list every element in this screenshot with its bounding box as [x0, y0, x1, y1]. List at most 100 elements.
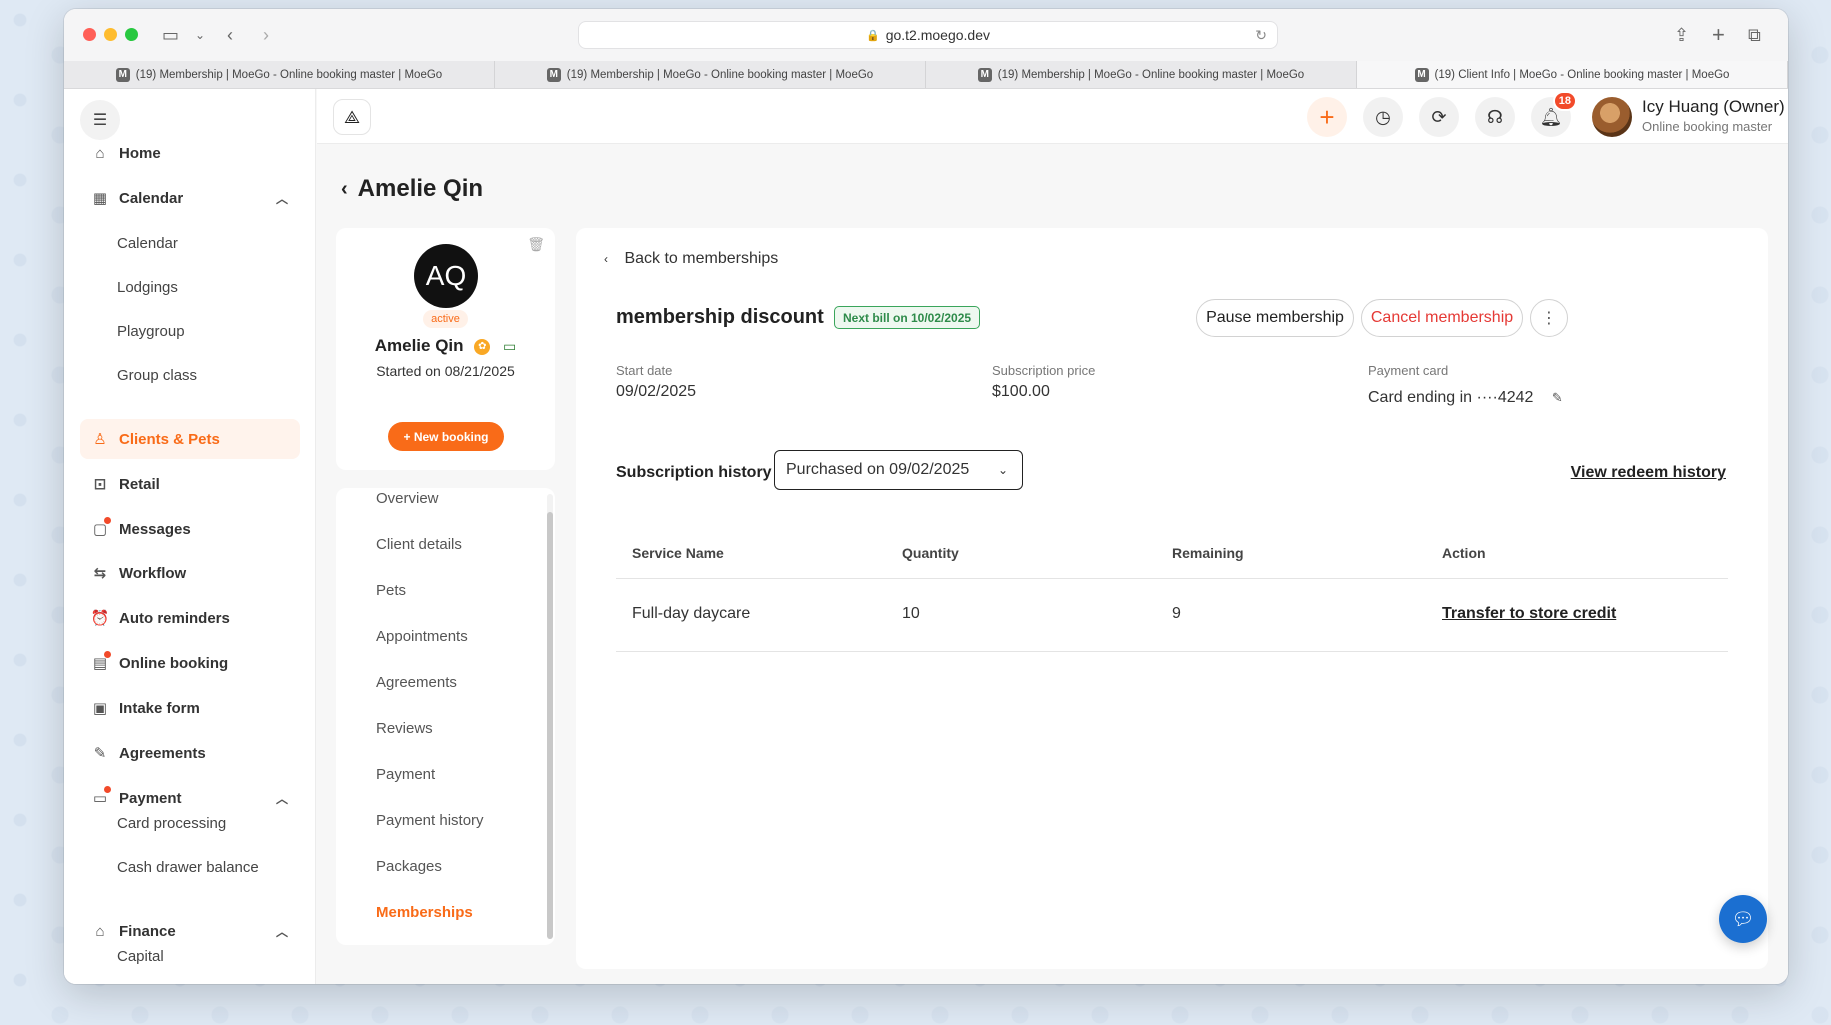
- subnav-item-appointments[interactable]: Appointments: [376, 628, 468, 645]
- sidebar-item-label: Messages: [119, 520, 191, 538]
- chevron-up-icon: ︿: [275, 191, 288, 206]
- sidebar-item-label: Intake form: [119, 699, 200, 717]
- trash-icon[interactable]: 🗑︎: [527, 236, 545, 253]
- client-name: Amelie Qin ✿ ▭: [336, 336, 555, 356]
- sidebar-item-agreements[interactable]: ✎ Agreements: [80, 733, 300, 773]
- new-booking-button[interactable]: + New booking: [388, 422, 504, 451]
- home-icon: ⌂: [95, 144, 105, 162]
- headset-icon[interactable]: ☊: [1475, 97, 1515, 137]
- sidebar-item-finance[interactable]: ⌂ Finance ︿: [80, 911, 300, 951]
- moego-logo-icon[interactable]: ⟁: [333, 99, 371, 135]
- favicon-icon: M: [546, 67, 561, 82]
- column-header: Action: [1442, 545, 1486, 561]
- browser-tab-active[interactable]: M (19) Client Info | MoeGo - Online book…: [1357, 61, 1788, 88]
- sidebar-item-online-booking[interactable]: ▤ Online booking: [80, 643, 300, 683]
- agreements-icon: ✎: [93, 745, 107, 762]
- sidebar-item-home[interactable]: ⌂ Home: [80, 133, 300, 173]
- chevron-down-icon: ⌄: [997, 463, 1008, 477]
- sync-icon[interactable]: ⟳: [1419, 97, 1459, 137]
- subnav-item-payment[interactable]: Payment: [376, 766, 435, 783]
- subnav-item-memberships[interactable]: Memberships: [376, 904, 473, 921]
- chat-support-button[interactable]: 💬︎: [1719, 895, 1767, 943]
- subnav-item-client-details[interactable]: Client details: [376, 536, 462, 553]
- subnav-item-packages[interactable]: Packages: [376, 858, 442, 875]
- column-header: Service Name: [632, 545, 724, 561]
- subnav-item-overview[interactable]: Overview: [376, 490, 439, 507]
- payment-icon: ▭: [90, 786, 111, 807]
- membership-detail-panel: ‹ Back to memberships membership discoun…: [576, 228, 1768, 969]
- bell-icon[interactable]: 🔔︎ 18: [1531, 91, 1577, 137]
- sidebar-subitem-capital[interactable]: Capital: [117, 938, 164, 974]
- back-arrow-icon[interactable]: ‹: [227, 24, 233, 46]
- user-role: Online booking master: [1642, 119, 1773, 134]
- sidebar-subitem-calendar[interactable]: Calendar: [117, 225, 178, 261]
- subnav-item-reviews[interactable]: Reviews: [376, 720, 433, 737]
- sidebar-item-workflow[interactable]: ⇆ Workflow: [80, 553, 300, 593]
- cancel-membership-button[interactable]: Cancel membership: [1361, 299, 1523, 337]
- add-icon[interactable]: +: [1307, 97, 1347, 137]
- tab-label: (19) Client Info | MoeGo - Online bookin…: [1434, 68, 1730, 81]
- sidebar-subitem-group-class[interactable]: Group class: [117, 357, 197, 393]
- notification-dot: [104, 651, 111, 658]
- sidebar-subitem-card-processing[interactable]: Card processing: [117, 805, 226, 841]
- scrollbar-thumb[interactable]: [547, 512, 553, 939]
- subscription-history-select[interactable]: Purchased on 09/02/2025 ⌄: [774, 450, 1023, 490]
- forward-arrow-icon[interactable]: ›: [263, 24, 269, 46]
- avatar[interactable]: [1592, 97, 1632, 137]
- workflow-icon: ⇆: [93, 565, 107, 582]
- card-on-file-icon: ▭: [503, 338, 517, 355]
- sidebar-item-retail[interactable]: ⊡ Retail: [80, 464, 300, 504]
- address-bar[interactable]: 🔒 go.t2.moego.dev ↻: [578, 21, 1278, 49]
- sidebar-subitem-lodgings[interactable]: Lodgings: [117, 269, 178, 305]
- transfer-to-store-credit-link[interactable]: Transfer to store credit: [1442, 605, 1616, 623]
- sidebar-item-messages[interactable]: ▢ Messages: [80, 509, 300, 549]
- sidebar-item-auto-reminders[interactable]: ⏰ Auto reminders: [80, 598, 300, 638]
- clock-icon[interactable]: ◷: [1363, 97, 1403, 137]
- browser-tab[interactable]: M (19) Membership | MoeGo - Online booki…: [64, 61, 495, 88]
- close-window-button[interactable]: [83, 28, 96, 41]
- back-to-memberships-link[interactable]: ‹ Back to memberships: [604, 250, 778, 268]
- subnav-item-pets[interactable]: Pets: [376, 582, 406, 599]
- sidebar-subitem-cash-drawer[interactable]: Cash drawer balance: [117, 849, 259, 885]
- sidebar-toggle-icon[interactable]: ▭: [162, 24, 179, 46]
- sidebar-item-label: Agreements: [119, 744, 206, 762]
- sidebar-item-label: Online booking: [119, 654, 229, 672]
- sidebar-subitem-playgroup[interactable]: Playgroup: [117, 313, 185, 349]
- favicon-icon: M: [1414, 67, 1429, 82]
- tab-overview-icon[interactable]: ⧉: [1748, 24, 1761, 46]
- payment-card-text: Card ending in ····4242: [1368, 389, 1534, 406]
- pause-membership-button[interactable]: Pause membership: [1196, 299, 1354, 337]
- calendar-icon: ▦: [92, 190, 108, 207]
- favicon-icon: M: [977, 67, 992, 82]
- user-name[interactable]: Icy Huang (Owner): [1642, 97, 1785, 117]
- table-row: Full-day daycare 10 9 Transfer to store …: [616, 579, 1728, 652]
- app-header: ⟁ + ◷ ⟳ ☊ 🔔︎ 18 Icy Huang (Owner) Online…: [317, 89, 1788, 144]
- new-tab-icon[interactable]: +: [1712, 24, 1725, 46]
- client-name-text: Amelie Qin: [374, 336, 464, 355]
- maximize-window-button[interactable]: [125, 28, 138, 41]
- sidebar-item-label: Clients & Pets: [119, 430, 220, 448]
- sidebar-item-intake-form[interactable]: ▣ Intake form: [80, 688, 300, 728]
- service-table: Service Name Quantity Remaining Action F…: [616, 530, 1728, 652]
- favicon-icon: M: [115, 67, 130, 82]
- chevron-down-icon[interactable]: ⌄: [195, 24, 205, 46]
- sidebar-item-label: Calendar: [119, 189, 184, 207]
- app-area: ☰ ⌂ Home ▦ Calendar ︿ Calendar Lodgings …: [64, 89, 1788, 984]
- view-redeem-history-link[interactable]: View redeem history: [1571, 464, 1726, 482]
- browser-tab[interactable]: M (19) Membership | MoeGo - Online booki…: [926, 61, 1357, 88]
- edit-pencil-icon[interactable]: ✎: [1552, 390, 1563, 405]
- more-options-icon[interactable]: ⋮: [1530, 299, 1568, 337]
- minimize-window-button[interactable]: [104, 28, 117, 41]
- sidebar-item-clients-pets[interactable]: ♙ Clients & Pets: [80, 419, 300, 459]
- browser-tab[interactable]: M (19) Membership | MoeGo - Online booki…: [495, 61, 926, 88]
- status-badge: active: [423, 310, 468, 328]
- subnav-item-payment-history[interactable]: Payment history: [376, 812, 484, 829]
- share-icon[interactable]: ⇪: [1674, 24, 1689, 46]
- subnav-item-agreements[interactable]: Agreements: [376, 674, 457, 691]
- back-chevron-icon[interactable]: ‹: [341, 178, 348, 201]
- reload-icon[interactable]: ↻: [1255, 27, 1267, 44]
- sidebar-item-calendar[interactable]: ▦ Calendar ︿: [80, 178, 300, 218]
- subscription-price-value: $100.00: [992, 383, 1050, 400]
- service-name-cell: Full-day daycare: [632, 605, 751, 622]
- tab-label: (19) Membership | MoeGo - Online booking…: [997, 68, 1305, 81]
